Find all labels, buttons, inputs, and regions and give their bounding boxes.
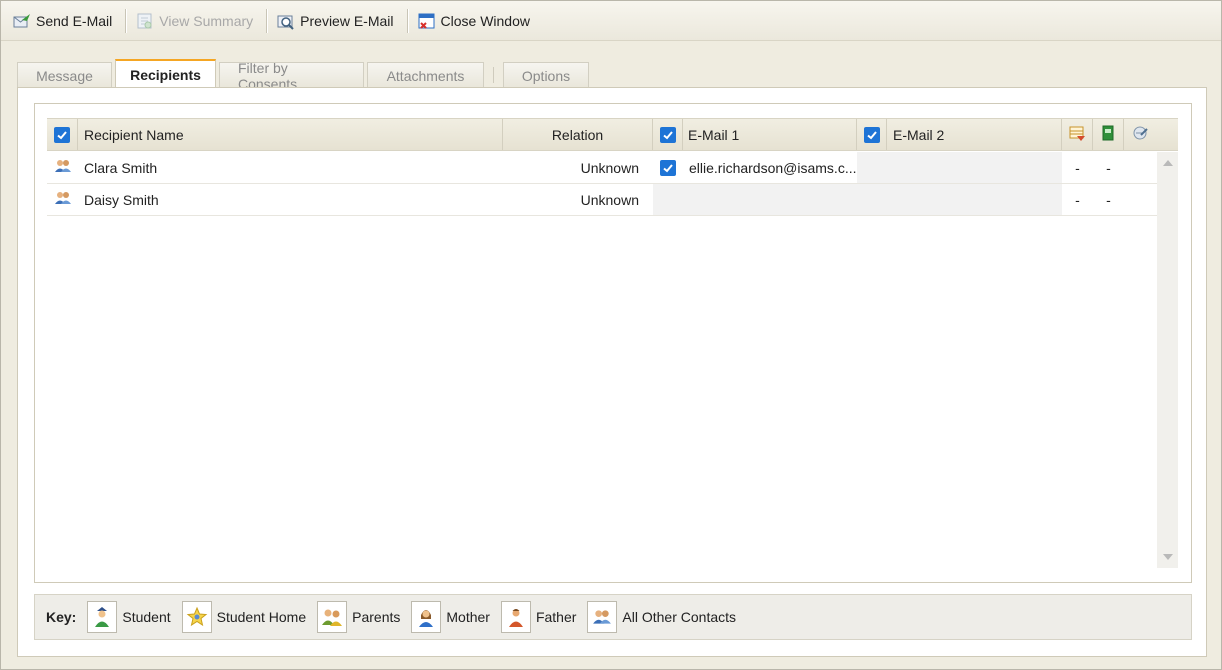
- relation-header[interactable]: Relation: [503, 119, 653, 150]
- tab-recipients[interactable]: Recipients: [115, 59, 216, 89]
- email1-select-all-checkbox[interactable]: [659, 126, 676, 143]
- relation-cell: Unknown: [580, 159, 639, 176]
- send-email-icon: [13, 12, 31, 30]
- email1-cell[interactable]: ellie.richardson@isams.c...: [683, 160, 857, 176]
- email1-select-cell: [653, 119, 683, 150]
- send-email-label: Send E-Mail: [36, 12, 113, 29]
- key-item-parents: Parents: [317, 601, 400, 633]
- email2-header[interactable]: E-Mail 2: [887, 119, 1062, 150]
- all-other-contacts-icon: [54, 190, 72, 209]
- extra-cell-a: -: [1075, 191, 1080, 208]
- key-item-mother: Mother: [411, 601, 490, 633]
- address-book-icon: [1099, 124, 1117, 145]
- relation-cell: Unknown: [580, 191, 639, 208]
- student-home-icon: [181, 601, 212, 633]
- recipients-grid: Recipient Name Relation E-Mail 1 E-Mail …: [34, 103, 1192, 583]
- grid-header: Recipient Name Relation E-Mail 1 E-Mail …: [47, 118, 1178, 151]
- preview-email-button[interactable]: Preview E-Mail: [275, 7, 398, 35]
- extra-cell-b: -: [1106, 159, 1111, 176]
- view-summary-button[interactable]: View Summary: [134, 7, 258, 35]
- all-other-contacts-icon: [587, 601, 618, 633]
- email1-checkbox[interactable]: [660, 159, 676, 176]
- key-item-label: Mother: [446, 609, 490, 625]
- tab-divider: [493, 67, 494, 83]
- select-all-checkbox[interactable]: [54, 126, 70, 143]
- phone-book-cell[interactable]: [1093, 119, 1124, 150]
- key-item-label: Father: [535, 609, 577, 625]
- close-window-label: Close Window: [440, 12, 530, 29]
- email-window: Send E-Mail View Summary Preview E-Mail …: [0, 0, 1222, 670]
- key-item-label: All Other Contacts: [622, 609, 737, 625]
- toolbar-divider: [266, 8, 268, 33]
- letter-icon: [1131, 124, 1149, 145]
- view-summary-icon: [136, 12, 154, 30]
- view-summary-label: View Summary: [159, 12, 254, 29]
- tab-message[interactable]: Message: [17, 62, 112, 88]
- email1-header[interactable]: E-Mail 1: [683, 119, 857, 150]
- toolbar-divider: [125, 8, 127, 33]
- father-icon: [500, 601, 531, 633]
- column-chooser-icon: [1068, 124, 1086, 145]
- recipient-name-cell: Clara Smith: [84, 159, 158, 176]
- key-item-label: Parents: [352, 609, 401, 625]
- table-row[interactable]: Clara Smith Unknown ellie.richardson@isa…: [47, 152, 1157, 184]
- email-empty-cell: [653, 184, 1062, 215]
- scroll-up-icon[interactable]: [1163, 160, 1173, 166]
- extra-cell-a: -: [1075, 159, 1080, 176]
- preview-email-icon: [277, 12, 295, 30]
- key-item-father: Father: [500, 601, 577, 633]
- tab-filter-by-consents[interactable]: Filter by Consents: [219, 60, 364, 92]
- recipient-name-header[interactable]: Recipient Name: [78, 119, 503, 150]
- select-all-cell: [47, 119, 78, 150]
- tab-bar: Message Recipients Filter by Consents At…: [17, 58, 592, 92]
- all-other-contacts-icon: [54, 158, 72, 177]
- mail-merge-cell[interactable]: [1124, 119, 1155, 150]
- row-type-cell: [47, 158, 78, 177]
- email1-checkbox-cell: [653, 152, 683, 183]
- email2-cell[interactable]: [857, 152, 1062, 183]
- vertical-scrollbar[interactable]: [1157, 152, 1178, 568]
- tab-attachments[interactable]: Attachments: [367, 62, 484, 88]
- toolbar-divider: [406, 8, 408, 33]
- preview-email-label: Preview E-Mail: [300, 12, 394, 29]
- email2-select-all-checkbox[interactable]: [863, 126, 880, 143]
- column-chooser-cell[interactable]: [1062, 119, 1093, 150]
- key-item-student: Student: [87, 601, 171, 633]
- close-window-button[interactable]: Close Window: [416, 7, 535, 35]
- key-item-all-other-contacts: All Other Contacts: [587, 601, 736, 633]
- send-email-button[interactable]: Send E-Mail: [11, 7, 117, 35]
- recipients-panel: Recipient Name Relation E-Mail 1 E-Mail …: [17, 87, 1207, 657]
- row-type-cell: [47, 190, 78, 209]
- close-window-icon: [418, 12, 436, 30]
- extra-cell-b: -: [1106, 191, 1111, 208]
- toolbar: Send E-Mail View Summary Preview E-Mail …: [1, 1, 1221, 41]
- recipient-name-cell: Daisy Smith: [84, 191, 159, 208]
- parents-icon: [317, 601, 348, 633]
- mother-icon: [411, 601, 442, 633]
- email2-select-cell: [857, 119, 887, 150]
- key-item-label: Student Home: [216, 609, 307, 625]
- table-row[interactable]: Daisy Smith Unknown - -: [47, 184, 1157, 216]
- key-label: Key:: [46, 609, 77, 625]
- scroll-down-icon[interactable]: [1163, 554, 1173, 560]
- student-icon: [87, 601, 118, 633]
- key-item-student-home: Student Home: [181, 601, 307, 633]
- key-legend: Key: Student Student Home Parents Mother…: [34, 594, 1192, 640]
- tab-options[interactable]: Options: [503, 62, 589, 88]
- key-item-label: Student: [122, 609, 171, 625]
